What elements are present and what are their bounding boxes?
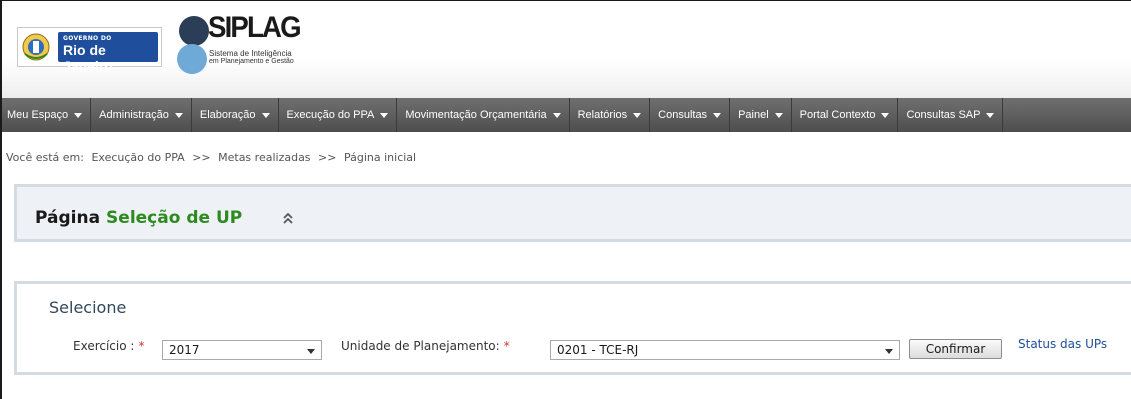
select-arrow-icon [307,349,315,354]
page-title: Página Seleção de UP [35,208,242,228]
caret-down-icon [380,112,389,118]
breadcrumb: Você está em: Execução do PPA >> Metas r… [6,151,420,164]
app-title: SIPLAG [208,11,302,44]
nav-item-consultas-sap[interactable]: Consultas SAP [898,98,1004,132]
required-mark: * [138,339,145,353]
main-nav: Meu Espaço Administração Elaboração Exec… [2,98,1131,132]
breadcrumb-prefix: Você está em: [6,151,84,164]
nav-item-label: Administração [99,109,169,121]
nav-item-label: Execução do PPA [286,109,375,121]
nav-item-elaboracao[interactable]: Elaboração [192,98,279,132]
unidade-label-group: Unidade de Planejamento: * [341,339,510,353]
confirm-button[interactable]: Confirmar [909,339,1002,359]
breadcrumb-item: Página inicial [343,151,417,164]
nav-item-meu-espaco[interactable]: Meu Espaço [2,98,92,132]
nav-item-label: Consultas [658,109,708,121]
nav-item-execucao-ppa[interactable]: Execução do PPA [279,98,398,132]
caret-down-icon [552,112,561,118]
government-banner: GOVERNO DO Rio de Janeiro [58,32,158,74]
rio-de-janeiro-government-logo: GOVERNO DO Rio de Janeiro [17,27,162,74]
breadcrumb-item[interactable]: Metas realizadas [218,151,310,164]
caret-down-icon [774,112,783,118]
section-title: Selecione [49,298,127,317]
caret-down-icon [633,112,642,118]
breadcrumb-separator: >> [318,151,337,164]
caret-down-icon [74,112,83,118]
breadcrumb-item[interactable]: Execução do PPA [91,151,184,164]
caret-down-icon [881,112,890,118]
nav-item-label: Elaboração [199,109,256,121]
header: GOVERNO DO Rio de Janeiro SIPLAG Sistema… [2,1,1131,98]
nav-item-label: Movimentação Orçamentária [405,109,547,121]
exercicio-select[interactable]: 2017 [162,340,322,360]
nav-item-portal-contexto[interactable]: Portal Contexto [792,98,899,132]
breadcrumb-separator: >> [192,151,211,164]
app-subtitle-2: em Planejamento e Gestão [209,58,294,65]
nav-item-label: Portal Contexto [799,109,876,121]
app-subtitle-1: Sistema de Inteligência [209,49,292,58]
nav-item-label: Relatórios [577,109,628,121]
required-mark: * [503,339,510,353]
unidade-select[interactable]: 0201 - TCE-RJ [550,340,900,360]
nav-item-painel[interactable]: Painel [730,98,792,132]
status-ups-link[interactable]: Status das UPs [1018,337,1107,351]
exercicio-select-value: 2017 [169,343,200,357]
selection-panel [14,281,1131,375]
exercicio-label: Exercício : [73,339,135,353]
caret-down-icon [713,112,722,118]
caret-down-icon [986,112,995,118]
state-name: Rio de Janeiro [63,42,113,74]
select-arrow-icon [885,349,893,354]
unidade-label: Unidade de Planejamento: [341,339,500,353]
caret-down-icon [261,112,270,118]
app-frame: GOVERNO DO Rio de Janeiro SIPLAG Sistema… [0,0,1131,399]
nav-item-administracao[interactable]: Administração [91,98,192,132]
double-chevron-up-icon[interactable] [282,212,294,226]
exercicio-label-group: Exercício : * [73,339,144,353]
page-title-highlight: Seleção de UP [106,208,243,228]
state-seal-icon [22,33,50,61]
siplag-logo-icon [177,16,209,74]
unidade-select-value: 0201 - TCE-RJ [557,343,639,357]
nav-item-label: Consultas SAP [906,109,981,121]
caret-down-icon [174,112,183,118]
nav-item-consultas[interactable]: Consultas [650,98,731,132]
nav-item-label: Painel [738,109,769,121]
nav-item-label: Meu Espaço [7,109,69,121]
page-title-prefix: Página [35,208,101,228]
nav-item-movimentacao-orcamentaria[interactable]: Movimentação Orçamentária [397,98,570,132]
nav-item-relatorios[interactable]: Relatórios [570,98,651,132]
government-label: GOVERNO DO [63,35,112,42]
